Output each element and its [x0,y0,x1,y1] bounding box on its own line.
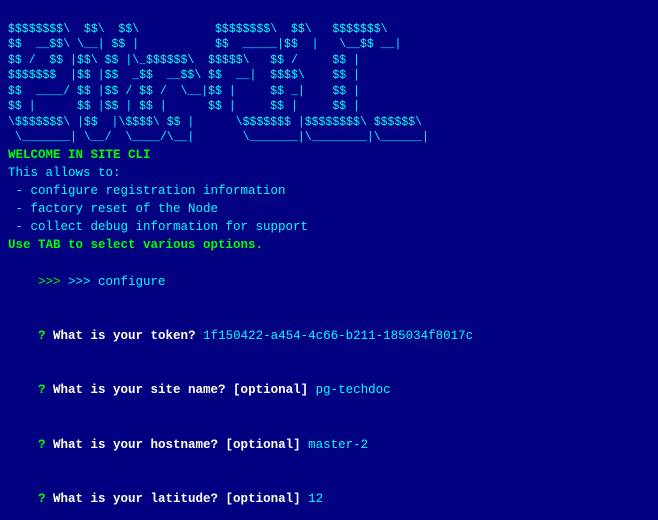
q-token: ? What is your token? 1f150422-a454-4c66… [8,309,650,363]
option-2: - factory reset of the Node [8,200,650,218]
configure-prompt: >>> >>> configure [8,254,650,308]
q-sitename: ? What is your site name? [optional] pg-… [8,363,650,417]
tab-hint: Use TAB to select various options. [8,236,650,254]
option-3: - collect debug information for support [8,218,650,236]
q-hostname: ? What is your hostname? [optional] mast… [8,418,650,472]
allows-header: This allows to: [8,164,650,182]
ascii-art-banner: $$$$$$$$\ $$\ $$\ $$$$$$$$\ $$\ $$$$$$$\… [8,6,650,146]
welcome-line: WELCOME IN SITE CLI [8,146,650,164]
q-latitude: ? What is your latitude? [optional] 12 [8,472,650,520]
option-1: - configure registration information [8,182,650,200]
terminal-window: $$$$$$$$\ $$\ $$\ $$$$$$$$\ $$\ $$$$$$$\… [0,0,658,520]
